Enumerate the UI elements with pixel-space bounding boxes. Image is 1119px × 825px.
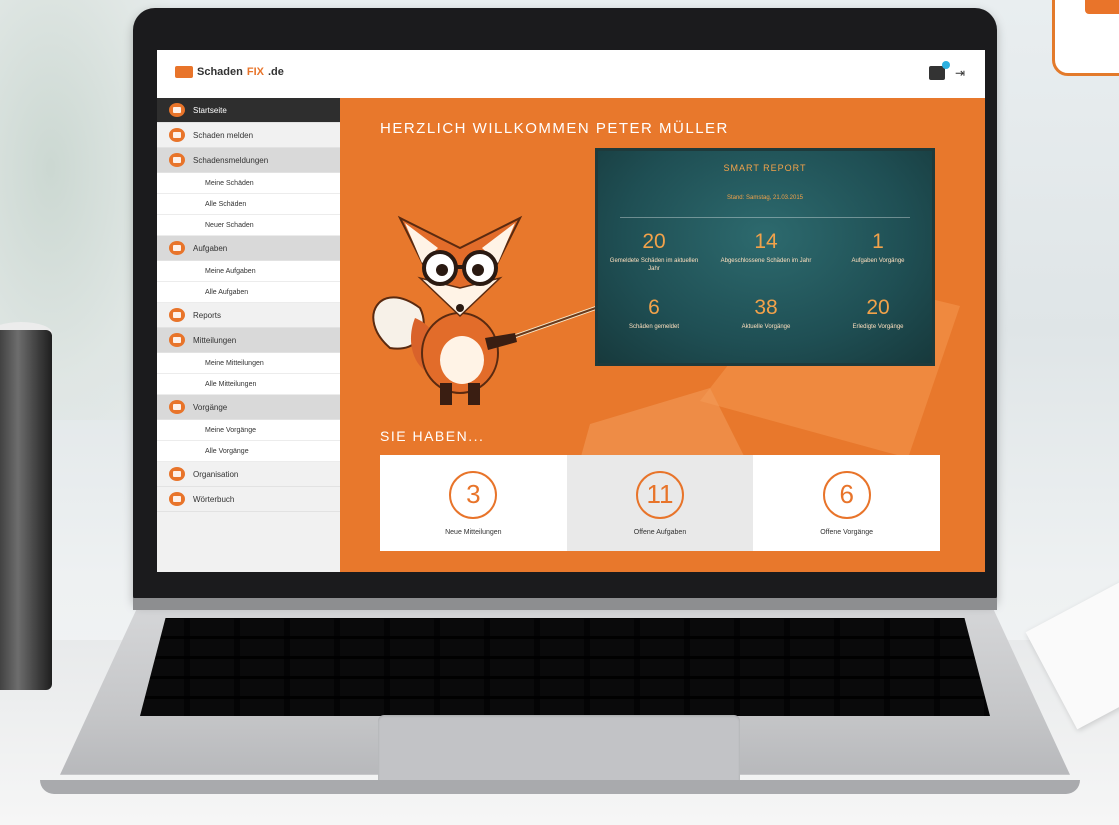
processes-icon	[169, 400, 185, 414]
board-divider	[620, 217, 910, 218]
card-count: 11	[636, 470, 684, 519]
stat-item: 1 Aufgaben Vorgänge	[828, 231, 928, 265]
coffee-mug	[0, 330, 52, 690]
logo-suffix: .de	[267, 66, 284, 78]
stat-value: 20	[642, 230, 666, 253]
sidebar-subitem-neuer-schaden[interactable]: Neuer Schaden	[157, 215, 340, 236]
laptop-front-edge	[40, 780, 1080, 794]
fox-logo-icon	[175, 66, 193, 78]
sidebar-item-label: Vorgänge	[193, 402, 228, 412]
sidebar-subitem-alle-mitteilungen[interactable]: Alle Mitteilungen	[157, 374, 340, 395]
welcome-heading: HERZLICH WILLKOMMEN PETER MÜLLER	[380, 120, 729, 137]
card-count: 3	[449, 470, 498, 519]
card-label: Offene Vorgänge	[820, 528, 874, 536]
sidebar-item-schaden-melden[interactable]: Schaden melden	[157, 123, 340, 148]
dashboard-main: HERZLICH WILLKOMMEN PETER MÜLLER SMART R…	[340, 98, 985, 572]
logo-accent-text: FIX	[246, 66, 264, 78]
laptop-hinge	[133, 598, 997, 610]
stat-item: 20 Erledigte Vorgänge	[828, 297, 928, 331]
stat-label: Erledigte Vorgänge	[852, 324, 904, 330]
stat-item: 38 Aktuelle Vorgänge	[716, 297, 816, 331]
laptop-screen: Schaden FIX .de ⇥ Startseite Schaden melde…	[157, 50, 985, 572]
sidebar-subitem-alle-vorgaenge[interactable]: Alle Vorgänge	[157, 441, 340, 462]
stat-label: Aufgaben Vorgänge	[851, 258, 905, 264]
messages-icon[interactable]	[929, 61, 950, 80]
logout-icon[interactable]: ⇥	[955, 66, 971, 80]
sidebar-item-label: Schaden melden	[193, 130, 254, 140]
stat-value: 6	[648, 296, 660, 319]
stat-item: 20 Gemeldete Schäden im aktuellen Jahr	[604, 231, 704, 273]
app-header: Schaden FIX .de ⇥	[157, 50, 985, 99]
tasks-icon	[169, 241, 185, 255]
app-logo[interactable]: Schaden FIX .de	[175, 66, 284, 78]
stat-label: Aktuelle Vorgänge	[741, 324, 791, 330]
sidebar-item-aufgaben[interactable]: Aufgaben	[157, 236, 340, 261]
sidebar-item-woerterbuch[interactable]: Wörterbuch	[157, 487, 340, 512]
sidebar-item-mitteilungen[interactable]: Mitteilungen	[157, 328, 340, 353]
card-label: Neue Mitteilungen	[445, 528, 502, 536]
dictionary-icon	[169, 492, 185, 506]
sidebar-item-label: Startseite	[193, 105, 227, 115]
sidebar-item-organisation[interactable]: Organisation	[157, 462, 340, 487]
sidebar-item-schadensmeldungen[interactable]: Schadensmeldungen	[157, 148, 340, 173]
stat-label: Schäden gemeldet	[628, 324, 680, 330]
messages-icon	[169, 333, 185, 347]
sidebar-item-label: Mitteilungen	[193, 335, 237, 345]
sidebar-subitem-alle-aufgaben[interactable]: Alle Aufgaben	[157, 282, 340, 303]
stat-value: 14	[754, 230, 778, 253]
sidebar-item-label: Organisation	[193, 469, 239, 479]
stat-value: 20	[866, 296, 890, 319]
board-subtitle: Stand: Samstag, 21.03.2015	[726, 195, 804, 201]
claims-icon	[169, 153, 185, 167]
sidebar-item-label: Schadensmeldungen	[193, 155, 269, 165]
card-offene-aufgaben[interactable]: 11 Offene Aufgaben	[566, 455, 754, 551]
sidebar-item-startseite[interactable]: Startseite	[157, 98, 340, 123]
stat-item: 6 Schäden gemeldet	[604, 297, 704, 331]
stat-item: 14 Abgeschlossene Schäden im Jahr	[716, 231, 816, 265]
header-actions: ⇥	[929, 61, 971, 80]
organisation-icon	[169, 467, 185, 481]
sidebar-item-reports[interactable]: Reports	[157, 303, 340, 328]
stat-label: Abgeschlossene Schäden im Jahr	[720, 258, 812, 264]
sidebar-item-vorgaenge[interactable]: Vorgänge	[157, 395, 340, 420]
summary-cards: 3 Neue Mitteilungen 11 Offene Aufgaben 6…	[380, 455, 940, 551]
background-card-accent	[1085, 0, 1119, 14]
card-count: 6	[822, 470, 871, 519]
sidebar-subitem-alle-schaeden[interactable]: Alle Schäden	[157, 194, 340, 215]
smart-report-board: SMART REPORT Stand: Samstag, 21.03.2015 …	[595, 148, 935, 366]
stat-label: Gemeldete Schäden im aktuellen Jahr	[609, 258, 699, 272]
report-damage-icon	[169, 128, 185, 142]
summary-heading: SIE HABEN...	[380, 428, 485, 444]
sidebar-subitem-meine-vorgaenge[interactable]: Meine Vorgänge	[157, 420, 340, 441]
sidebar-subitem-meine-aufgaben[interactable]: Meine Aufgaben	[157, 261, 340, 282]
fox-mascot-illustration	[372, 215, 612, 405]
sidebar-subitem-meine-mitteilungen[interactable]: Meine Mitteilungen	[157, 353, 340, 374]
reports-icon	[169, 308, 185, 322]
home-icon	[169, 103, 185, 117]
card-offene-vorgaenge[interactable]: 6 Offene Vorgänge	[753, 455, 940, 551]
card-label: Offene Aufgaben	[633, 528, 687, 536]
laptop-keyboard	[140, 618, 990, 716]
sidebar-item-label: Aufgaben	[193, 243, 228, 253]
sidebar-item-label: Reports	[193, 310, 222, 320]
sidebar: Startseite Schaden melden Schadensmeldun…	[157, 98, 340, 572]
laptop-trackpad	[378, 715, 740, 787]
logo-text: Schaden	[197, 66, 243, 78]
sidebar-subitem-meine-schaeden[interactable]: Meine Schäden	[157, 173, 340, 194]
board-title: SMART REPORT	[723, 163, 807, 173]
stat-value: 1	[872, 230, 884, 253]
card-neue-mitteilungen[interactable]: 3 Neue Mitteilungen	[380, 455, 567, 551]
sidebar-item-label: Wörterbuch	[193, 494, 235, 504]
stat-value: 38	[754, 296, 778, 319]
